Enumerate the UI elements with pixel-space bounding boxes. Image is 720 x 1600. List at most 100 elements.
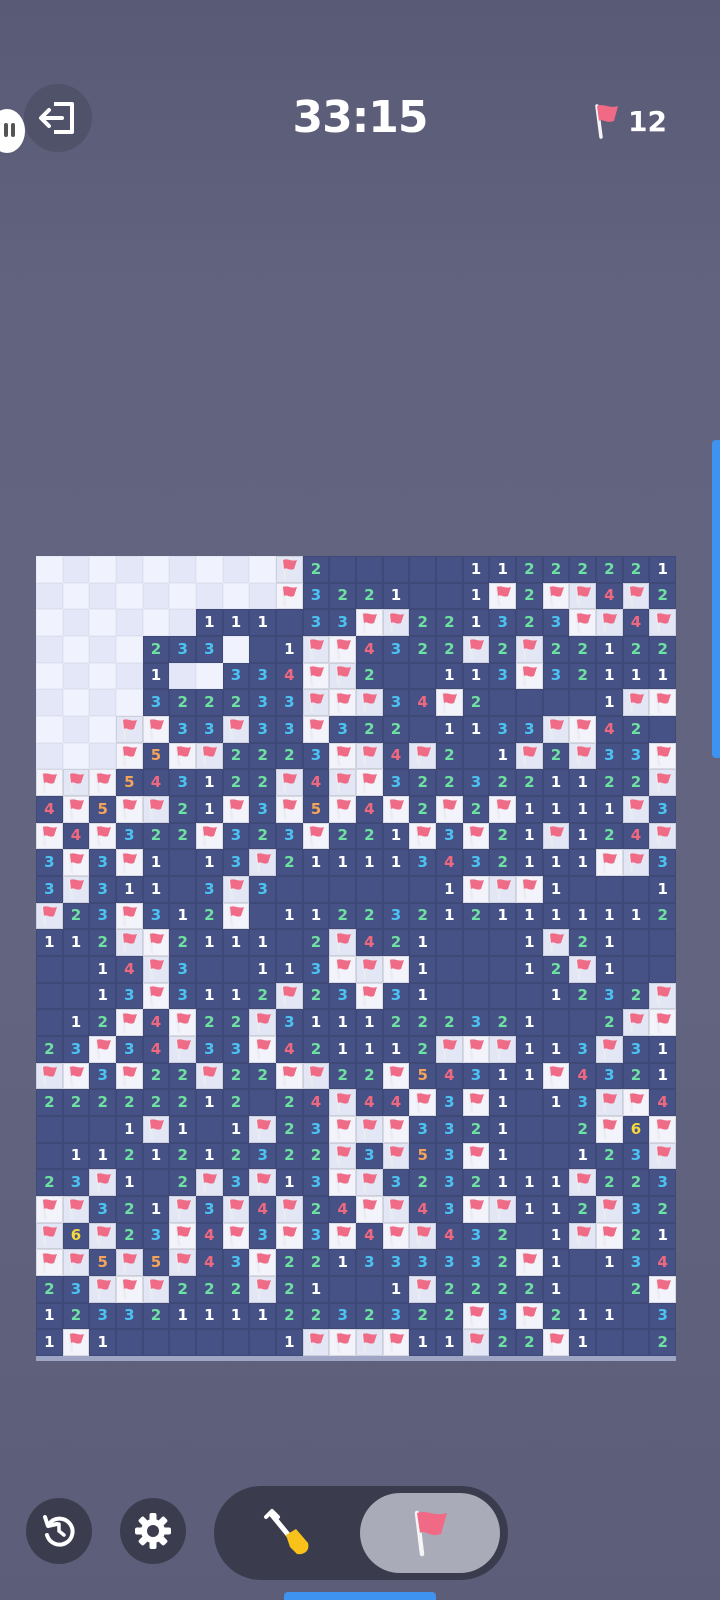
flagged-cell[interactable] <box>329 662 356 690</box>
number-cell[interactable]: 3 <box>435 1249 463 1276</box>
flagged-cell[interactable] <box>302 1062 330 1090</box>
flagged-cell[interactable] <box>302 689 330 716</box>
flagged-cell[interactable] <box>329 1089 356 1116</box>
number-cell[interactable]: 3 <box>329 715 356 743</box>
flagged-cell[interactable] <box>515 635 543 663</box>
dig-mode-button[interactable] <box>214 1486 362 1580</box>
number-cell[interactable]: 1 <box>62 1142 90 1170</box>
number-cell[interactable]: 3 <box>462 1009 490 1036</box>
unrevealed-cell[interactable] <box>89 556 116 583</box>
number-cell[interactable]: 1 <box>142 662 170 690</box>
unrevealed-cell[interactable] <box>169 556 196 583</box>
unrevealed-cell[interactable] <box>36 715 63 743</box>
flagged-cell[interactable] <box>355 689 383 716</box>
revealed-cell[interactable] <box>515 689 543 716</box>
number-cell[interactable]: 1 <box>462 662 490 690</box>
number-cell[interactable]: 2 <box>355 1302 383 1330</box>
number-cell[interactable]: 1 <box>169 1302 196 1330</box>
flagged-cell[interactable] <box>302 662 330 690</box>
number-cell[interactable]: 1 <box>569 769 596 796</box>
number-cell[interactable]: 2 <box>622 1222 650 1250</box>
number-cell[interactable]: 2 <box>275 1275 303 1303</box>
number-cell[interactable]: 1 <box>382 1275 410 1303</box>
number-cell[interactable]: 3 <box>649 1169 676 1196</box>
flagged-cell[interactable] <box>649 982 676 1010</box>
number-cell[interactable]: 4 <box>62 822 90 850</box>
revealed-cell[interactable] <box>195 1115 223 1143</box>
number-cell[interactable]: 4 <box>409 689 436 716</box>
revealed-cell[interactable] <box>462 982 490 1010</box>
number-cell[interactable]: 2 <box>222 1142 250 1170</box>
revealed-cell[interactable] <box>515 982 543 1010</box>
number-cell[interactable]: 3 <box>62 1169 90 1196</box>
revealed-cell[interactable] <box>622 875 650 903</box>
revealed-cell[interactable] <box>355 875 383 903</box>
number-cell[interactable]: 3 <box>489 715 516 743</box>
number-cell[interactable]: 1 <box>409 1329 436 1356</box>
number-cell[interactable]: 2 <box>115 1195 143 1223</box>
number-cell[interactable]: 2 <box>355 822 383 850</box>
number-cell[interactable]: 2 <box>142 1089 170 1116</box>
number-cell[interactable]: 2 <box>169 1275 196 1303</box>
number-cell[interactable]: 2 <box>329 902 356 930</box>
revealed-cell[interactable] <box>622 1329 650 1356</box>
number-cell[interactable]: 2 <box>489 1222 516 1250</box>
flagged-cell[interactable] <box>329 689 356 716</box>
number-cell[interactable]: 3 <box>249 689 276 716</box>
number-cell[interactable]: 2 <box>409 1302 436 1330</box>
number-cell[interactable]: 3 <box>569 1089 596 1116</box>
number-cell[interactable]: 1 <box>329 849 356 876</box>
number-cell[interactable]: 2 <box>489 822 516 850</box>
number-cell[interactable]: 2 <box>89 929 116 956</box>
revealed-cell[interactable] <box>435 929 463 956</box>
number-cell[interactable]: 3 <box>89 1302 116 1330</box>
number-cell[interactable]: 3 <box>382 635 410 663</box>
number-cell[interactable]: 3 <box>222 662 250 690</box>
number-cell[interactable]: 1 <box>515 849 543 876</box>
number-cell[interactable]: 2 <box>302 556 330 583</box>
number-cell[interactable]: 1 <box>542 769 570 796</box>
flagged-cell[interactable] <box>115 849 143 876</box>
number-cell[interactable]: 2 <box>195 902 223 930</box>
flagged-cell[interactable] <box>249 1115 276 1143</box>
flagged-cell[interactable] <box>275 769 303 796</box>
number-cell[interactable]: 2 <box>302 1249 330 1276</box>
unrevealed-cell[interactable] <box>115 689 143 716</box>
number-cell[interactable]: 3 <box>89 875 116 903</box>
number-cell[interactable]: 2 <box>249 1062 276 1090</box>
number-cell[interactable]: 3 <box>302 1115 330 1143</box>
number-cell[interactable]: 2 <box>302 1142 330 1170</box>
number-cell[interactable]: 2 <box>36 1035 63 1063</box>
restart-button[interactable] <box>26 1498 92 1564</box>
number-cell[interactable]: 2 <box>622 1275 650 1303</box>
number-cell[interactable]: 2 <box>329 822 356 850</box>
unrevealed-cell[interactable] <box>115 662 143 690</box>
flagged-cell[interactable] <box>355 1195 383 1223</box>
flagged-cell[interactable] <box>489 1035 516 1063</box>
flagged-cell[interactable] <box>542 1329 570 1356</box>
flagged-cell[interactable] <box>169 1195 196 1223</box>
number-cell[interactable]: 2 <box>169 1062 196 1090</box>
flagged-cell[interactable] <box>36 1195 63 1223</box>
number-cell[interactable]: 3 <box>542 609 570 636</box>
revealed-cell[interactable] <box>36 1115 63 1143</box>
number-cell[interactable]: 3 <box>569 1035 596 1063</box>
unrevealed-cell[interactable] <box>62 582 90 610</box>
flagged-cell[interactable] <box>142 1115 170 1143</box>
number-cell[interactable]: 3 <box>249 795 276 823</box>
flagged-cell[interactable] <box>622 849 650 876</box>
number-cell[interactable]: 2 <box>36 1275 63 1303</box>
number-cell[interactable]: 2 <box>569 662 596 690</box>
number-cell[interactable]: 1 <box>489 742 516 770</box>
number-cell[interactable]: 3 <box>382 902 410 930</box>
unrevealed-cell[interactable] <box>36 556 63 583</box>
number-cell[interactable]: 6 <box>62 1222 90 1250</box>
number-cell[interactable]: 2 <box>355 1062 383 1090</box>
number-cell[interactable]: 4 <box>649 1249 676 1276</box>
number-cell[interactable]: 1 <box>569 1142 596 1170</box>
number-cell[interactable]: 3 <box>649 1302 676 1330</box>
flagged-cell[interactable] <box>489 875 516 903</box>
number-cell[interactable]: 1 <box>382 849 410 876</box>
number-cell[interactable]: 2 <box>169 929 196 956</box>
number-cell[interactable]: 2 <box>595 822 623 850</box>
